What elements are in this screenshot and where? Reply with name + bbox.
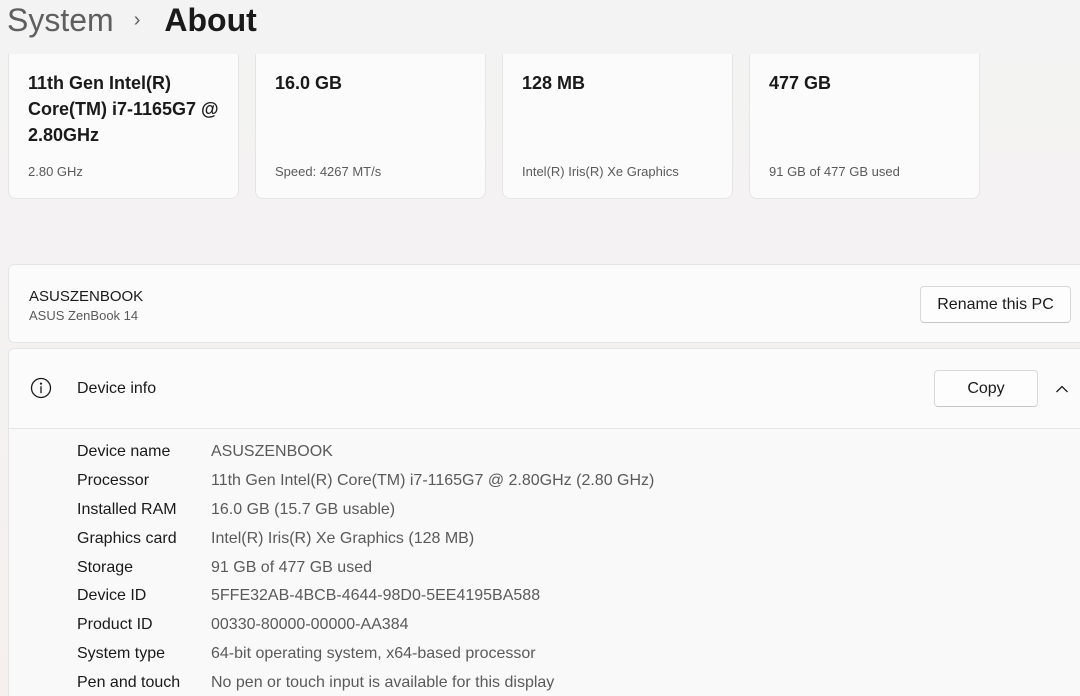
spec-label: Pen and touch (77, 674, 181, 691)
spec-label: Storage (77, 559, 134, 576)
ram-card: 16.0 GB Speed: 4267 MT/s (255, 40, 486, 199)
spec-row-storage: Storage 91 GB of 477 GB used (77, 559, 372, 583)
copy-button[interactable]: Copy (934, 370, 1038, 407)
device-info-header[interactable]: Device info Copy (9, 349, 1080, 429)
spec-label: Processor (77, 472, 150, 489)
spec-row-device-id: Device ID 5FFE32AB-4BCB-4644-98D0-5EE419… (77, 587, 540, 611)
info-icon (30, 377, 52, 399)
spec-value: 00330-80000-00000-AA384 (211, 616, 409, 633)
spec-row-pen-and-touch: Pen and touch No pen or touch input is a… (77, 674, 554, 696)
graphics-card-name: Intel(R) Iris(R) Xe Graphics (522, 164, 679, 179)
processor-card: 11th Gen Intel(R) Core(TM) i7-1165G7 @ 2… (8, 40, 239, 199)
storage-card: 477 GB 91 GB of 477 GB used (749, 40, 980, 199)
rename-pc-button[interactable]: Rename this PC (920, 286, 1071, 323)
spec-row-processor: Processor 11th Gen Intel(R) Core(TM) i7-… (77, 472, 654, 496)
device-info-title: Device info (77, 380, 157, 397)
spec-value: 16.0 GB (15.7 GB usable) (211, 501, 396, 518)
graphics-card-value: 128 MB (522, 73, 586, 93)
spec-value: 11th Gen Intel(R) Core(TM) i7-1165G7 @ 2… (211, 472, 655, 489)
spec-label: Device ID (77, 587, 147, 604)
spec-label: Installed RAM (77, 501, 177, 518)
spec-row-device-name: Device name ASUSZENBOOK (77, 443, 333, 467)
spec-label: Graphics card (77, 530, 177, 547)
spec-label: Product ID (77, 616, 153, 633)
spec-label: System type (77, 645, 166, 662)
pc-name-panel: ASUSZENBOOK ASUS ZenBook 14 Rename this … (8, 264, 1080, 343)
processor-card-speed: 2.80 GHz (28, 164, 83, 179)
spec-value: 5FFE32AB-4BCB-4644-98D0-5EE4195BA588 (211, 587, 541, 604)
ram-card-value: 16.0 GB (275, 73, 343, 93)
spec-value: Intel(R) Iris(R) Xe Graphics (128 MB) (211, 530, 475, 547)
pc-name: ASUSZENBOOK (29, 288, 144, 305)
ram-card-speed: Speed: 4267 MT/s (275, 164, 382, 179)
storage-card-usage: 91 GB of 477 GB used (769, 164, 900, 179)
spec-label: Device name (77, 443, 171, 460)
breadcrumb-separator: › (133, 9, 141, 31)
processor-card-value: 11th Gen Intel(R) Core(TM) i7-1165G7 @ 2… (28, 73, 219, 145)
breadcrumb-system[interactable]: System (7, 1, 114, 39)
breadcrumb: System › About (0, 0, 1080, 54)
pc-model: ASUS ZenBook 14 (29, 308, 139, 323)
spec-row-graphics-card: Graphics card Intel(R) Iris(R) Xe Graphi… (77, 530, 474, 554)
spec-value: ASUSZENBOOK (211, 443, 333, 460)
storage-card-value: 477 GB (769, 73, 832, 93)
spec-row-system-type: System type 64-bit operating system, x64… (77, 645, 536, 669)
spec-row-product-id: Product ID 00330-80000-00000-AA384 (77, 616, 409, 640)
spec-value: 64-bit operating system, x64-based proce… (211, 645, 536, 662)
chevron-up-icon[interactable] (1054, 381, 1070, 397)
graphics-card: 128 MB Intel(R) Iris(R) Xe Graphics (502, 40, 733, 199)
spec-value: No pen or touch input is available for t… (211, 674, 555, 691)
spec-value: 91 GB of 477 GB used (211, 559, 372, 576)
device-info-panel: Device info Copy Device name ASUSZENBOOK… (8, 348, 1080, 696)
page-title: About (164, 2, 257, 38)
spec-row-installed-ram: Installed RAM 16.0 GB (15.7 GB usable) (77, 501, 395, 525)
